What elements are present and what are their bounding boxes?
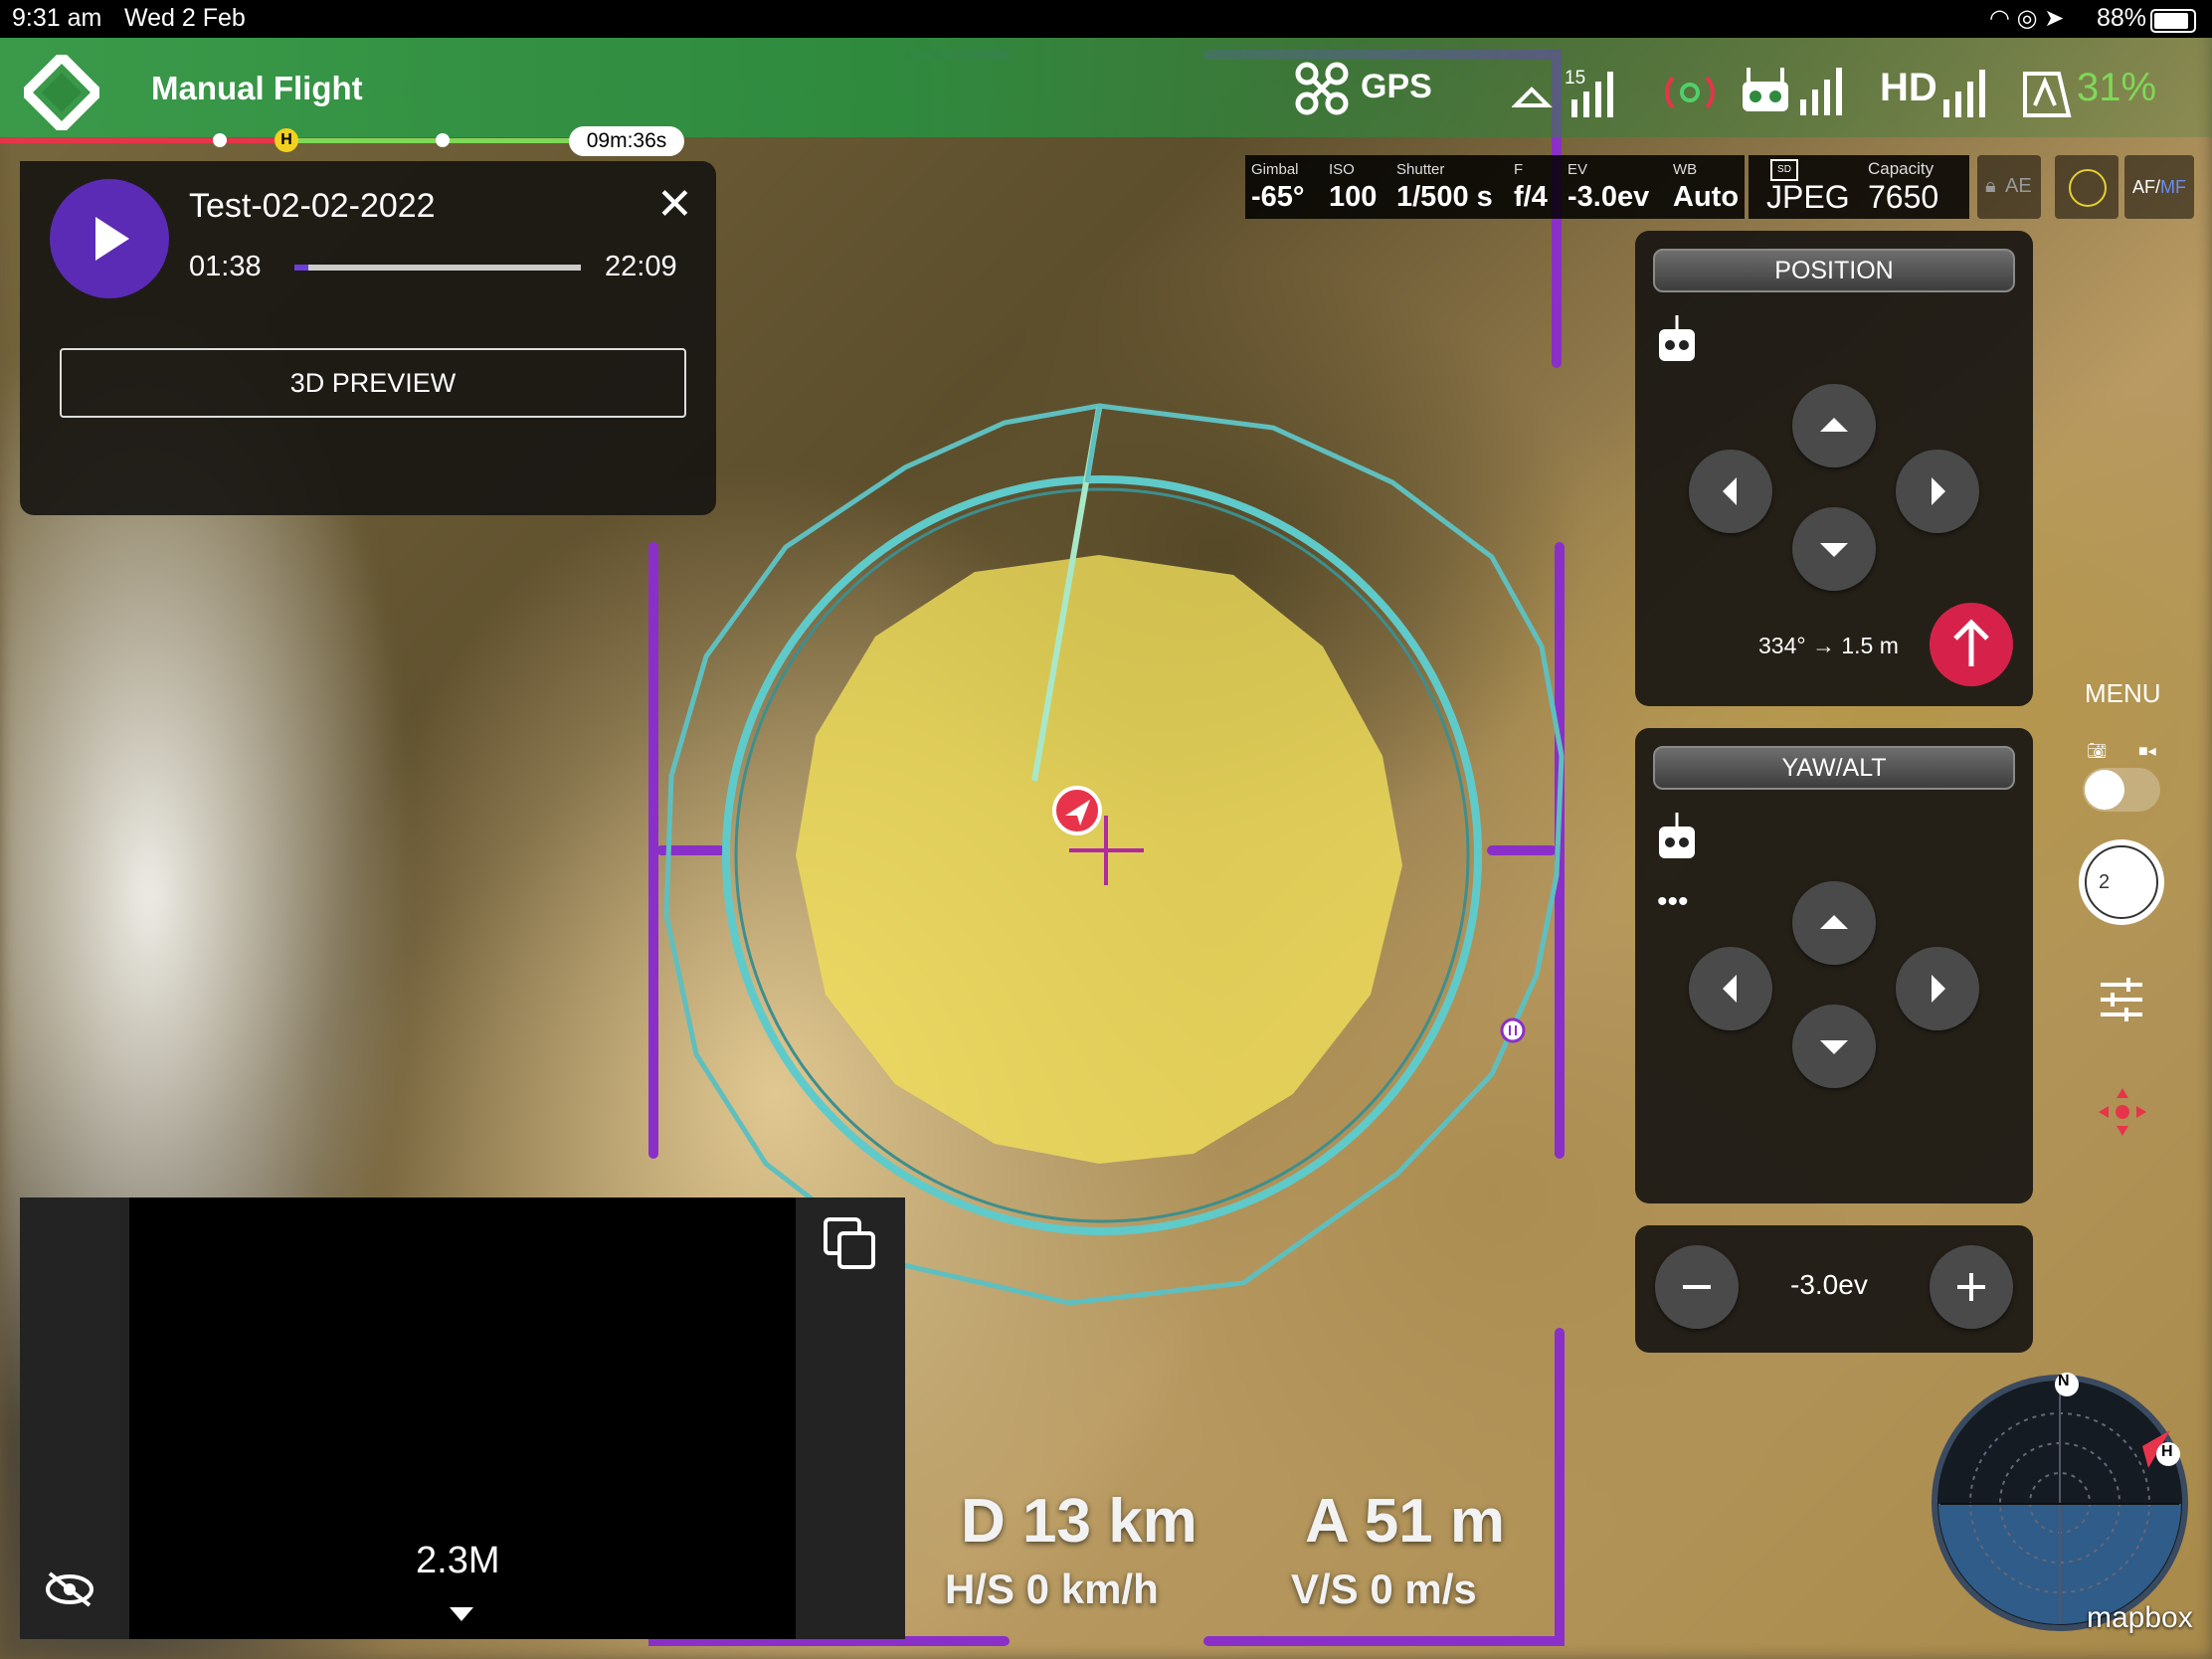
exposure-value: -3.0ev xyxy=(1790,1269,1868,1300)
compass-north-label: N xyxy=(2058,1373,2070,1389)
position-down-button[interactable] xyxy=(1792,507,1876,591)
video-signal-icon xyxy=(1943,70,1985,117)
flight-time-remaining: 09m:36s xyxy=(569,126,684,156)
hd-label: HD xyxy=(1880,66,1937,109)
satellite-count: 15 xyxy=(1565,68,1586,89)
go-button[interactable] xyxy=(1930,603,2013,686)
ev-value: -3.0ev xyxy=(1567,181,1650,213)
shutter-value: 1/500 s xyxy=(1396,181,1493,213)
more-options-icon[interactable]: ••• xyxy=(1657,885,1689,919)
wb-value: Auto xyxy=(1673,181,1740,213)
aperture-value: f/4 xyxy=(1514,181,1548,213)
swap-view-icon[interactable] xyxy=(822,1215,881,1275)
altitude-up-button[interactable] xyxy=(1792,881,1876,965)
date: Wed 2 Feb xyxy=(124,4,246,32)
home-marker: H xyxy=(275,128,298,152)
metering-button[interactable] xyxy=(2055,155,2119,219)
vertical-speed: V/S 0 m/s xyxy=(1291,1566,1477,1612)
compass-home-label: H xyxy=(2161,1443,2173,1460)
move-drone-icon[interactable] xyxy=(2097,1086,2148,1138)
gps-label: GPS xyxy=(1361,68,1432,105)
drone-battery-percent: 31% xyxy=(2077,66,2157,109)
position-header[interactable]: POSITION xyxy=(1653,249,2015,292)
image-format: JPEG xyxy=(1766,179,1850,215)
hide-view-icon[interactable] xyxy=(44,1569,95,1609)
ae-lock-button[interactable]: 🔒︎ AE xyxy=(1977,155,2041,219)
chevron-down-icon[interactable] xyxy=(450,1607,473,1621)
gimbal-value: -65° xyxy=(1251,181,1305,213)
mission-name: Test-02-02-2022 xyxy=(189,187,436,225)
wifi-icon: ◠ ◎ ➤ xyxy=(1989,5,2065,32)
timeline-marker xyxy=(213,133,227,147)
playback-progress-fill xyxy=(294,265,309,271)
3d-preview-button[interactable]: 3D PREVIEW xyxy=(60,348,686,418)
timeline-used xyxy=(0,138,288,143)
remote-controller-icon xyxy=(1659,813,1695,858)
altitude-readout: A 51 m xyxy=(1305,1487,1506,1556)
aperture-label: F xyxy=(1514,161,1524,178)
clock: 9:31 am xyxy=(12,4,102,32)
focus-target-icon xyxy=(2069,169,2107,207)
position-up-button[interactable] xyxy=(1792,384,1876,467)
compass-radar[interactable] xyxy=(1926,1369,2194,1637)
mapbox-logo: mapbox xyxy=(2087,1601,2193,1634)
ios-status-bar: 9:31 am Wed 2 Feb ◠ ◎ ➤ 88% xyxy=(0,0,2212,38)
lock-icon: 🔒︎ xyxy=(1985,175,1996,197)
yaw-right-button[interactable] xyxy=(1896,947,1979,1030)
app-logo-icon[interactable] xyxy=(18,49,105,136)
plus-icon xyxy=(1969,1273,1973,1301)
settings-sliders-icon[interactable] xyxy=(2097,975,2146,1024)
playback-current-time: 01:38 xyxy=(189,251,262,282)
video-mode-icon: ■◂ xyxy=(2138,743,2156,760)
minus-icon xyxy=(1683,1285,1711,1289)
shutter-button[interactable]: 2 xyxy=(2079,839,2164,925)
battery-percent: 88% xyxy=(2097,4,2147,32)
distance-readout: D 13 km xyxy=(961,1487,1198,1556)
playback-progress-track[interactable] xyxy=(294,265,581,271)
drone-icon xyxy=(1295,62,1349,115)
iso-value: 100 xyxy=(1329,181,1378,213)
position-left-button[interactable] xyxy=(1689,450,1772,533)
timer-icon: 2 xyxy=(2099,871,2111,893)
remote-controller-icon xyxy=(1659,315,1695,361)
sd-card-icon: SD xyxy=(1770,159,1798,181)
position-right-button[interactable] xyxy=(1896,450,1979,533)
drone-battery-icon xyxy=(2023,72,2072,117)
remote-signal-icon xyxy=(1743,68,1842,115)
iso-label: ISO xyxy=(1329,161,1355,178)
shutter-label: Shutter xyxy=(1396,161,1445,178)
horizontal-speed: H/S 0 km/h xyxy=(945,1566,1159,1612)
gimbal-label: Gimbal xyxy=(1251,161,1299,178)
capacity-label: Capacity xyxy=(1868,159,1935,178)
close-icon[interactable]: ✕ xyxy=(656,179,693,230)
playback-total-time: 22:09 xyxy=(605,251,677,282)
rc-link-icon xyxy=(1665,76,1715,109)
timeline-marker xyxy=(436,133,450,147)
position-readout: 334° → 1.5 m xyxy=(1758,633,1899,658)
pause-waypoint-icon xyxy=(1500,1017,1526,1043)
camera-settings-bar[interactable] xyxy=(1245,155,1745,219)
exposure-plus-button[interactable] xyxy=(1930,1245,2013,1329)
geofence-yellow-area xyxy=(796,555,1402,1164)
photo-mode-icon: 📷︎ xyxy=(2087,743,2108,760)
yaw-alt-header[interactable]: YAW/ALT xyxy=(1653,746,2015,790)
mini-view-resolution: 2.3M xyxy=(416,1540,500,1581)
battery-icon xyxy=(2150,9,2196,33)
arrow-up-icon xyxy=(1953,619,1989,666)
exposure-minus-button[interactable] xyxy=(1655,1245,1739,1329)
photo-video-toggle[interactable] xyxy=(2083,768,2160,812)
play-icon xyxy=(95,217,129,261)
flight-mode-title[interactable]: Manual Flight xyxy=(151,70,363,107)
altitude-down-button[interactable] xyxy=(1792,1005,1876,1088)
yaw-left-button[interactable] xyxy=(1689,947,1772,1030)
play-button[interactable] xyxy=(50,179,169,298)
wb-label: WB xyxy=(1673,161,1698,178)
capacity-value: 7650 xyxy=(1868,179,1939,215)
af-mf-toggle[interactable]: AF/MF xyxy=(2124,155,2194,219)
ev-label: EV xyxy=(1567,161,1588,178)
menu-label[interactable]: MENU xyxy=(2085,678,2161,709)
